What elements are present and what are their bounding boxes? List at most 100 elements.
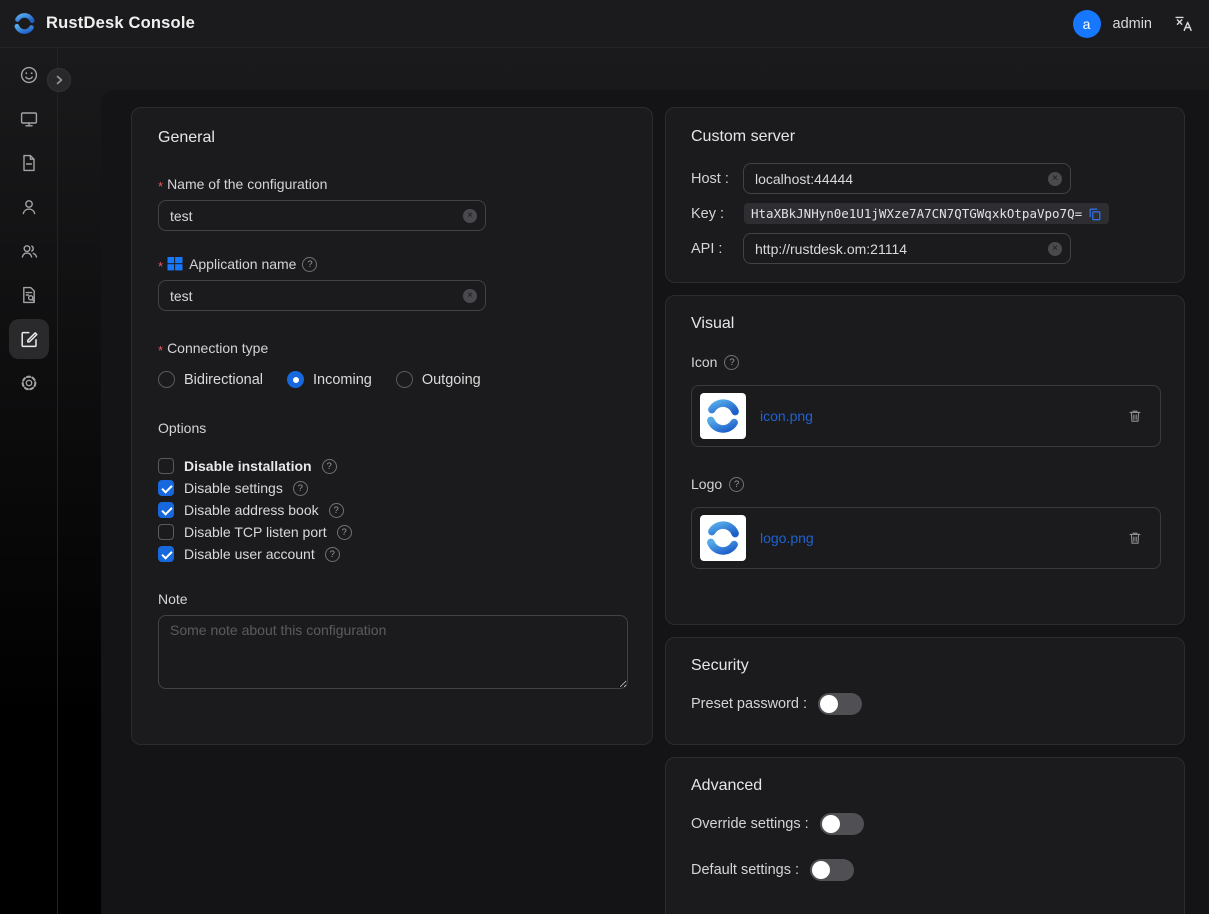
app-name-input[interactable] [158, 280, 486, 311]
sidebar-collapse-button[interactable] [47, 68, 71, 92]
api-field: × [743, 233, 1071, 264]
sidebar-item-dashboard[interactable] [9, 55, 49, 95]
help-icon[interactable]: ? [293, 481, 308, 496]
logo-file-row: logo.png [691, 507, 1161, 569]
trash-icon[interactable] [1127, 530, 1143, 546]
note-textarea[interactable] [158, 615, 628, 689]
right-column: Custom server Host : × Key : [665, 107, 1185, 914]
clear-icon[interactable]: × [1048, 172, 1062, 186]
checkbox-box[interactable] [158, 458, 174, 474]
clear-icon[interactable]: × [1048, 242, 1062, 256]
icon-file-link[interactable]: icon.png [760, 408, 813, 424]
sidebar-item-audit[interactable] [9, 275, 49, 315]
help-icon[interactable]: ? [302, 257, 317, 272]
file-search-icon [19, 285, 39, 305]
required-mark: * [158, 179, 163, 194]
preset-password-toggle[interactable] [818, 693, 862, 715]
help-icon[interactable]: ? [729, 477, 744, 492]
app-root: RustDesk Console a admin [0, 0, 1209, 914]
radio-circle[interactable] [158, 371, 175, 388]
checkbox-disable-user-account[interactable]: Disable user account ? [158, 543, 626, 565]
translate-icon[interactable] [1174, 14, 1193, 33]
config-name-input[interactable] [158, 200, 486, 231]
help-icon[interactable]: ? [329, 503, 344, 518]
checkbox-box[interactable] [158, 502, 174, 518]
user-menu[interactable]: a admin [1073, 10, 1153, 38]
logo-thumbnail [700, 515, 746, 561]
sidebar-item-users[interactable] [9, 187, 49, 227]
help-icon[interactable]: ? [724, 355, 739, 370]
security-card: Security Preset password : [665, 637, 1185, 745]
key-label: Key : [691, 206, 743, 222]
custom-server-rows: Host : × Key : HtaXBkJNHyn0e1U1jWXze7A7C… [691, 163, 1159, 264]
brand[interactable]: RustDesk Console [12, 11, 195, 36]
custom-server-title: Custom server [691, 128, 1159, 146]
checkbox-disable-installation[interactable]: Disable installation ? [158, 455, 626, 477]
security-title: Security [691, 657, 1159, 675]
checkbox-box[interactable] [158, 546, 174, 562]
content-surface: General * Name of the configuration × * [101, 90, 1209, 914]
rustdesk-logo-icon [12, 11, 37, 36]
checkbox-box[interactable] [158, 480, 174, 496]
logo-label: Logo ? [691, 476, 1159, 492]
server-key-value: HtaXBkJNHyn0e1U1jWXze7A7CN7QTGWqxkOtpaVp… [744, 203, 1109, 224]
sidebar [0, 48, 58, 914]
icon-file-row: icon.png [691, 385, 1161, 447]
sidebar-item-custom-clients[interactable] [9, 319, 49, 359]
avatar[interactable]: a [1073, 10, 1101, 38]
general-title: General [158, 129, 626, 147]
help-icon[interactable]: ? [322, 459, 337, 474]
logo-file-link[interactable]: logo.png [760, 530, 814, 546]
visual-card: Visual Icon ? [665, 295, 1185, 625]
options-label: Options [158, 420, 626, 436]
default-settings-toggle[interactable] [810, 859, 854, 881]
radio-bidirectional[interactable]: Bidirectional [158, 371, 263, 388]
user-icon [19, 197, 39, 217]
key-row: Key : HtaXBkJNHyn0e1U1jWXze7A7CN7QTGWqxk… [691, 203, 1159, 224]
clear-icon[interactable]: × [463, 289, 477, 303]
radio-incoming[interactable]: Incoming [287, 371, 372, 388]
help-icon[interactable]: ? [325, 547, 340, 562]
clear-icon[interactable]: × [463, 209, 477, 223]
options-list: Disable installation ? Disable settings … [158, 455, 626, 565]
trash-icon[interactable] [1127, 408, 1143, 424]
override-settings-label: Override settings : [691, 816, 809, 832]
config-name-label: * Name of the configuration [158, 176, 626, 192]
smile-icon [19, 65, 39, 85]
edit-icon [19, 329, 39, 349]
host-input[interactable] [743, 163, 1071, 194]
custom-server-card: Custom server Host : × Key : [665, 107, 1185, 283]
sidebar-item-groups[interactable] [9, 231, 49, 271]
file-icon [19, 153, 39, 173]
radio-outgoing[interactable]: Outgoing [396, 371, 481, 388]
radio-circle[interactable] [396, 371, 413, 388]
checkbox-box[interactable] [158, 524, 174, 540]
host-label: Host : [691, 171, 743, 187]
advanced-card: Advanced Override settings : Default set… [665, 757, 1185, 914]
copy-icon[interactable] [1088, 207, 1102, 221]
sidebar-item-devices[interactable] [9, 99, 49, 139]
preset-password-row: Preset password : [691, 693, 1159, 715]
radio-circle[interactable] [287, 371, 304, 388]
monitor-icon [19, 109, 39, 129]
required-mark: * [158, 343, 163, 358]
checkbox-disable-address-book[interactable]: Disable address book ? [158, 499, 626, 521]
sidebar-item-documents[interactable] [9, 143, 49, 183]
default-settings-label: Default settings : [691, 862, 799, 878]
api-input[interactable] [743, 233, 1071, 264]
gear-icon [19, 373, 39, 393]
advanced-title: Advanced [691, 777, 1159, 795]
windows-icon [167, 256, 183, 272]
override-settings-row: Override settings : [691, 813, 1159, 835]
sidebar-item-settings[interactable] [9, 363, 49, 403]
checkbox-disable-settings[interactable]: Disable settings ? [158, 477, 626, 499]
override-settings-toggle[interactable] [820, 813, 864, 835]
default-settings-row: Default settings : [691, 859, 1159, 881]
topbar: RustDesk Console a admin [0, 0, 1209, 48]
team-icon [19, 241, 39, 261]
help-icon[interactable]: ? [337, 525, 352, 540]
topbar-right: a admin [1073, 10, 1194, 38]
preset-password-label: Preset password : [691, 696, 807, 712]
checkbox-disable-tcp-listen-port[interactable]: Disable TCP listen port ? [158, 521, 626, 543]
general-card: General * Name of the configuration × * [131, 107, 653, 745]
